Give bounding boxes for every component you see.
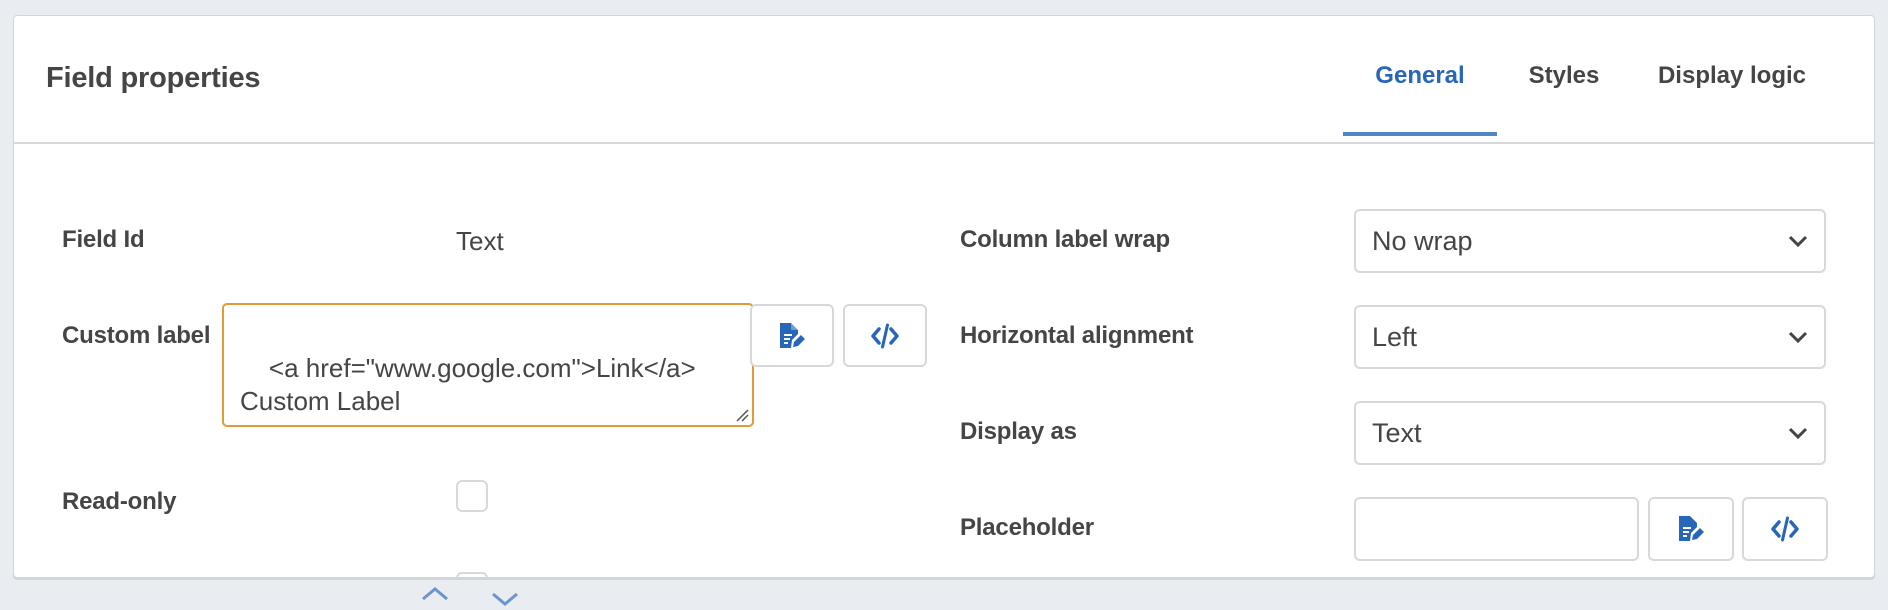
- read-only-label: Read-only: [62, 488, 177, 515]
- field-id-value: Text: [456, 226, 504, 256]
- placeholder-edit-button[interactable]: [1648, 497, 1734, 561]
- code-icon: [871, 323, 899, 348]
- read-only-checkbox[interactable]: [456, 480, 488, 512]
- chevron-down-icon: [1788, 427, 1808, 439]
- column-label-wrap-value: No wrap: [1372, 225, 1473, 256]
- custom-label-textarea-value: <a href="www.google.com">Link</a> Custom…: [240, 353, 696, 416]
- field-id-label: Field Id: [62, 226, 145, 253]
- custom-label-textarea[interactable]: <a href="www.google.com">Link</a> Custom…: [222, 303, 754, 427]
- column-label-wrap-label: Column label wrap: [960, 226, 1170, 253]
- panel-header: Field properties General Styles Display …: [14, 16, 1874, 144]
- next-row-checkbox[interactable]: [456, 572, 488, 577]
- horizontal-alignment-value: Left: [1372, 321, 1418, 352]
- horizontal-alignment-label: Horizontal alignment: [960, 322, 1194, 349]
- placeholder-input[interactable]: [1354, 497, 1639, 561]
- placeholder-label: Placeholder: [960, 514, 1094, 541]
- display-as-label: Display as: [960, 418, 1077, 445]
- document-edit-icon: [780, 322, 805, 348]
- chevron-up-icon[interactable]: [420, 585, 450, 601]
- chevron-down-icon[interactable]: [490, 591, 520, 607]
- custom-label-label: Custom label: [62, 322, 211, 349]
- resize-grip-icon[interactable]: [735, 408, 749, 422]
- placeholder-code-button[interactable]: [1742, 497, 1828, 561]
- tab-general[interactable]: General: [1343, 16, 1497, 140]
- tab-display-logic[interactable]: Display logic: [1631, 16, 1833, 140]
- chevron-down-icon: [1788, 235, 1808, 247]
- chevron-down-icon: [1788, 331, 1808, 343]
- document-edit-icon: [1679, 516, 1704, 541]
- tab-styles[interactable]: Styles: [1497, 16, 1631, 140]
- code-icon: [1771, 516, 1799, 542]
- display-as-select[interactable]: Text: [1354, 401, 1826, 465]
- custom-label-code-button[interactable]: [843, 304, 927, 367]
- field-properties-panel: Field properties General Styles Display …: [13, 15, 1875, 578]
- panel-title: Field properties: [46, 62, 261, 94]
- column-label-wrap-select[interactable]: No wrap: [1354, 209, 1826, 273]
- horizontal-alignment-select[interactable]: Left: [1354, 305, 1826, 369]
- tab-bar: General Styles Display logic: [1343, 16, 1874, 144]
- scroll-nav: [420, 585, 520, 607]
- display-as-value: Text: [1372, 417, 1422, 448]
- custom-label-edit-button[interactable]: [750, 304, 834, 367]
